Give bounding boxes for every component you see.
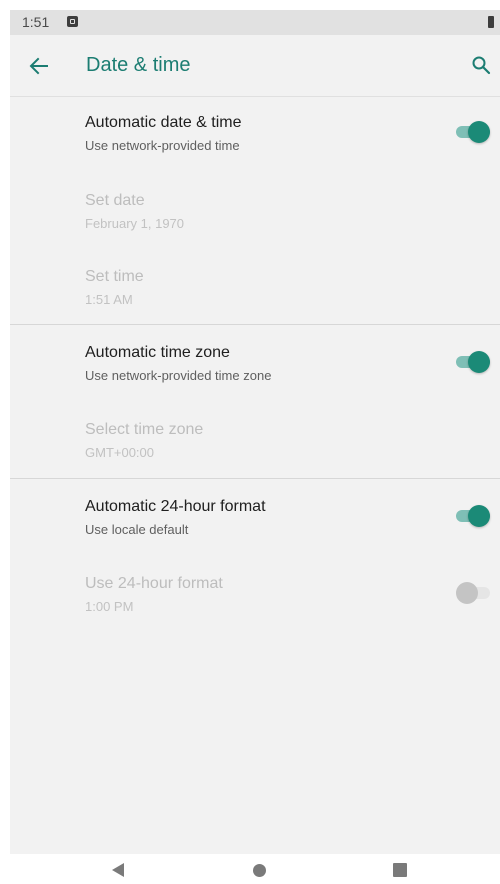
app-bar: Date & time — [10, 35, 500, 97]
use-24-hour-setting[interactable]: Use 24-hour format 1:00 PM — [10, 575, 500, 625]
switch-thumb — [456, 582, 478, 604]
auto-time-zone-switch[interactable] — [456, 350, 490, 374]
arrow-left-icon — [29, 57, 48, 75]
section-divider — [10, 324, 500, 325]
auto-date-time-switch[interactable] — [456, 120, 490, 144]
set-time-summary: 1:51 AM — [85, 292, 133, 307]
select-time-zone-title: Select time zone — [85, 421, 204, 438]
settings-window: 1:51 Date & time Automatic date & time U… — [10, 10, 500, 854]
battery-icon — [488, 16, 494, 28]
auto-time-zone-setting[interactable]: Automatic time zone Use network-provided… — [10, 344, 500, 404]
set-time-setting[interactable]: Set time 1:51 AM — [10, 268, 500, 318]
screen: 1:51 Date & time Automatic date & time U… — [0, 0, 500, 884]
search-icon — [472, 56, 491, 75]
auto-date-time-setting[interactable]: Automatic date & time Use network-provid… — [10, 114, 500, 174]
auto-24-hour-setting[interactable]: Automatic 24-hour format Use locale defa… — [10, 498, 500, 558]
use-24-hour-switch[interactable] — [456, 581, 490, 605]
auto-24-hour-title: Automatic 24-hour format — [85, 498, 266, 515]
switch-thumb — [468, 505, 490, 527]
auto-time-zone-summary: Use network-provided time zone — [85, 368, 272, 383]
auto-24-hour-summary: Use locale default — [85, 522, 189, 537]
section-divider — [10, 478, 500, 479]
set-date-setting[interactable]: Set date February 1, 1970 — [10, 192, 500, 242]
status-time: 1:51 — [22, 14, 50, 30]
square-recents-icon[interactable] — [393, 863, 407, 877]
set-date-summary: February 1, 1970 — [85, 216, 185, 231]
switch-thumb — [468, 121, 490, 143]
auto-time-zone-title: Automatic time zone — [85, 344, 230, 361]
triangle-back-icon[interactable] — [112, 863, 124, 877]
auto-date-time-summary: Use network-provided time — [85, 138, 240, 153]
set-time-title: Set time — [85, 268, 144, 285]
search-button[interactable] — [466, 50, 496, 80]
notification-icon — [67, 16, 78, 27]
switch-thumb — [468, 351, 490, 373]
select-time-zone-summary: GMT+00:00 — [85, 445, 155, 460]
status-bar: 1:51 — [10, 10, 500, 35]
auto-date-time-title: Automatic date & time — [85, 114, 242, 131]
back-button[interactable] — [24, 51, 54, 81]
use-24-hour-summary: 1:00 PM — [85, 599, 134, 614]
set-date-title: Set date — [85, 192, 145, 209]
circle-home-icon[interactable] — [253, 864, 266, 877]
auto-24-hour-switch[interactable] — [456, 504, 490, 528]
navigation-bar — [0, 854, 500, 884]
page-title: Date & time — [86, 54, 191, 76]
use-24-hour-title: Use 24-hour format — [85, 575, 223, 592]
select-time-zone-setting[interactable]: Select time zone GMT+00:00 — [10, 421, 500, 471]
